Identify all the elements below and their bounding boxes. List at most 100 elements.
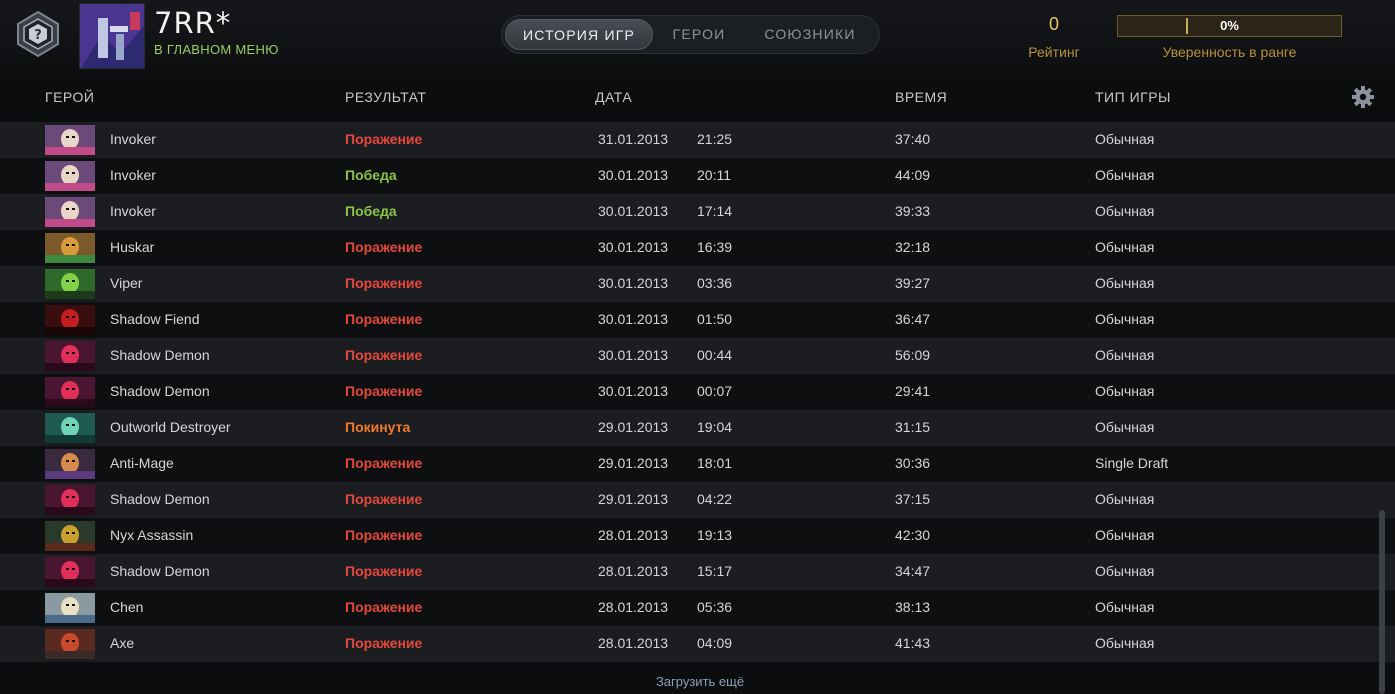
- match-game-type: Обычная: [1095, 527, 1155, 543]
- hero-portrait: [45, 485, 95, 515]
- match-duration: 39:33: [895, 203, 931, 219]
- match-duration: 32:18: [895, 239, 931, 255]
- match-game-type: Обычная: [1095, 635, 1155, 651]
- match-time: 04:09: [697, 635, 733, 651]
- match-time: 05:36: [697, 599, 733, 615]
- match-row[interactable]: Shadow Demon Поражение 29.01.2013 04:22 37:1…: [0, 482, 1395, 518]
- match-row[interactable]: Nyx Assassin Поражение 28.01.2013 19:13 42:3…: [0, 518, 1395, 554]
- match-result: Поражение: [345, 527, 423, 543]
- match-game-type: Обычная: [1095, 239, 1155, 255]
- hero-name: Shadow Demon: [110, 347, 210, 363]
- match-duration: 37:15: [895, 491, 931, 507]
- hero-name: Nyx Assassin: [110, 527, 194, 543]
- hero-portrait: [45, 449, 95, 479]
- match-game-type: Обычная: [1095, 203, 1155, 219]
- match-date: 30.01.2013: [598, 167, 669, 183]
- match-time: 16:39: [697, 239, 733, 255]
- match-row[interactable]: Axe Поражение 28.01.2013 04:09 41:43 Обычная: [0, 626, 1395, 662]
- hero-name: Huskar: [110, 239, 155, 255]
- column-header-result[interactable]: РЕЗУЛЬТАТ: [345, 89, 426, 105]
- match-date: 29.01.2013: [598, 419, 669, 435]
- match-date: 28.01.2013: [598, 599, 669, 615]
- rank-confidence-value: 0%: [1220, 18, 1239, 33]
- load-more-link[interactable]: Загрузить ещё: [0, 674, 1395, 689]
- hero-portrait: [45, 125, 95, 155]
- match-result: Поражение: [345, 383, 423, 399]
- match-row[interactable]: Shadow Demon Поражение 30.01.2013 00:07 29:4…: [0, 374, 1395, 410]
- match-duration: 38:13: [895, 599, 931, 615]
- match-row[interactable]: Chen Поражение 28.01.2013 05:36 38:13 Обычная: [0, 590, 1395, 626]
- match-duration: 42:30: [895, 527, 931, 543]
- match-result: Поражение: [345, 491, 423, 507]
- match-result: Победа: [345, 167, 397, 183]
- hero-name: Chen: [110, 599, 144, 615]
- hero-portrait: [45, 377, 95, 407]
- match-row[interactable]: Huskar Поражение 30.01.2013 16:39 32:18 Обычн…: [0, 230, 1395, 266]
- match-game-type: Single Draft: [1095, 455, 1169, 471]
- hero-name: Shadow Demon: [110, 563, 210, 579]
- match-date: 30.01.2013: [598, 203, 669, 219]
- match-result: Поражение: [345, 635, 423, 651]
- match-time: 19:13: [697, 527, 733, 543]
- match-game-type: Обычная: [1095, 347, 1155, 363]
- match-row[interactable]: Anti-Mage Поражение 29.01.2013 18:01 30:36 Si…: [0, 446, 1395, 482]
- match-date: 28.01.2013: [598, 635, 669, 651]
- hero-portrait: [45, 593, 95, 623]
- match-duration: 30:36: [895, 455, 931, 471]
- hero-name: Outworld Destroyer: [110, 419, 231, 435]
- tab-allies[interactable]: СОЮЗНИКИ: [745, 19, 875, 50]
- match-row[interactable]: Shadow Fiend Поражение 30.01.2013 01:50 36:4…: [0, 302, 1395, 338]
- match-date: 31.01.2013: [598, 131, 669, 147]
- match-result: Поражение: [345, 599, 423, 615]
- tab-bar: ИСТОРИЯ ИГР ГЕРОИ СОЮЗНИКИ: [501, 15, 880, 54]
- rank-badge-icon[interactable]: ?: [14, 10, 62, 58]
- hero-name: Invoker: [110, 203, 156, 219]
- match-date: 28.01.2013: [598, 563, 669, 579]
- hero-name: Shadow Fiend: [110, 311, 200, 327]
- column-header-duration[interactable]: ВРЕМЯ: [895, 89, 947, 105]
- column-header-hero[interactable]: ГЕРОЙ: [45, 89, 94, 105]
- hero-portrait: [45, 629, 95, 659]
- match-row[interactable]: Invoker Поражение 31.01.2013 21:25 37:40 Обыч…: [0, 122, 1395, 158]
- hero-name: Invoker: [110, 131, 156, 147]
- match-row[interactable]: Invoker Победа 30.01.2013 17:14 39:33 Обычная: [0, 194, 1395, 230]
- match-duration: 36:47: [895, 311, 931, 327]
- match-game-type: Обычная: [1095, 275, 1155, 291]
- hero-portrait: [45, 305, 95, 335]
- match-date: 30.01.2013: [598, 347, 669, 363]
- match-row[interactable]: Invoker Победа 30.01.2013 20:11 44:09 Обычная: [0, 158, 1395, 194]
- hero-name: Shadow Demon: [110, 491, 210, 507]
- hero-name: Viper: [110, 275, 143, 291]
- column-header-game-type[interactable]: ТИП ИГРЫ: [1095, 89, 1171, 105]
- hero-portrait: [45, 341, 95, 371]
- hero-name: Shadow Demon: [110, 383, 210, 399]
- rating-label: Рейтинг: [1028, 44, 1080, 60]
- hero-name: Anti-Mage: [110, 455, 174, 471]
- rating-value: 0: [1048, 14, 1059, 34]
- match-time: 15:17: [697, 563, 733, 579]
- match-time: 03:36: [697, 275, 733, 291]
- match-row[interactable]: Viper Поражение 30.01.2013 03:36 39:27 Обычна…: [0, 266, 1395, 302]
- column-header-date[interactable]: ДАТА: [595, 89, 632, 105]
- match-row[interactable]: Outworld Destroyer Покинута 29.01.2013 19:0…: [0, 410, 1395, 446]
- match-result: Победа: [345, 203, 397, 219]
- match-row[interactable]: Shadow Demon Поражение 28.01.2013 15:17 34:4…: [0, 554, 1395, 590]
- tab-heroes[interactable]: ГЕРОИ: [657, 19, 741, 50]
- match-game-type: Обычная: [1095, 563, 1155, 579]
- match-duration: 34:47: [895, 563, 931, 579]
- rank-confidence-label: Уверенность в ранге: [1162, 44, 1297, 60]
- match-result: Поражение: [345, 347, 423, 363]
- match-result: Поражение: [345, 131, 423, 147]
- match-duration: 41:43: [895, 635, 931, 651]
- svg-text:?: ?: [34, 28, 42, 43]
- gear-icon[interactable]: [1351, 85, 1375, 109]
- match-game-type: Обычная: [1095, 419, 1155, 435]
- match-duration: 39:27: [895, 275, 931, 291]
- match-row[interactable]: Shadow Demon Поражение 30.01.2013 00:44 56:0…: [0, 338, 1395, 374]
- match-time: 21:25: [697, 131, 733, 147]
- avatar[interactable]: [79, 3, 145, 69]
- match-history-table: Invoker Поражение 31.01.2013 21:25 37:40 Обыч…: [0, 122, 1395, 662]
- scrollbar[interactable]: [1379, 510, 1385, 694]
- tab-match-history[interactable]: ИСТОРИЯ ИГР: [505, 19, 653, 50]
- match-duration: 56:09: [895, 347, 931, 363]
